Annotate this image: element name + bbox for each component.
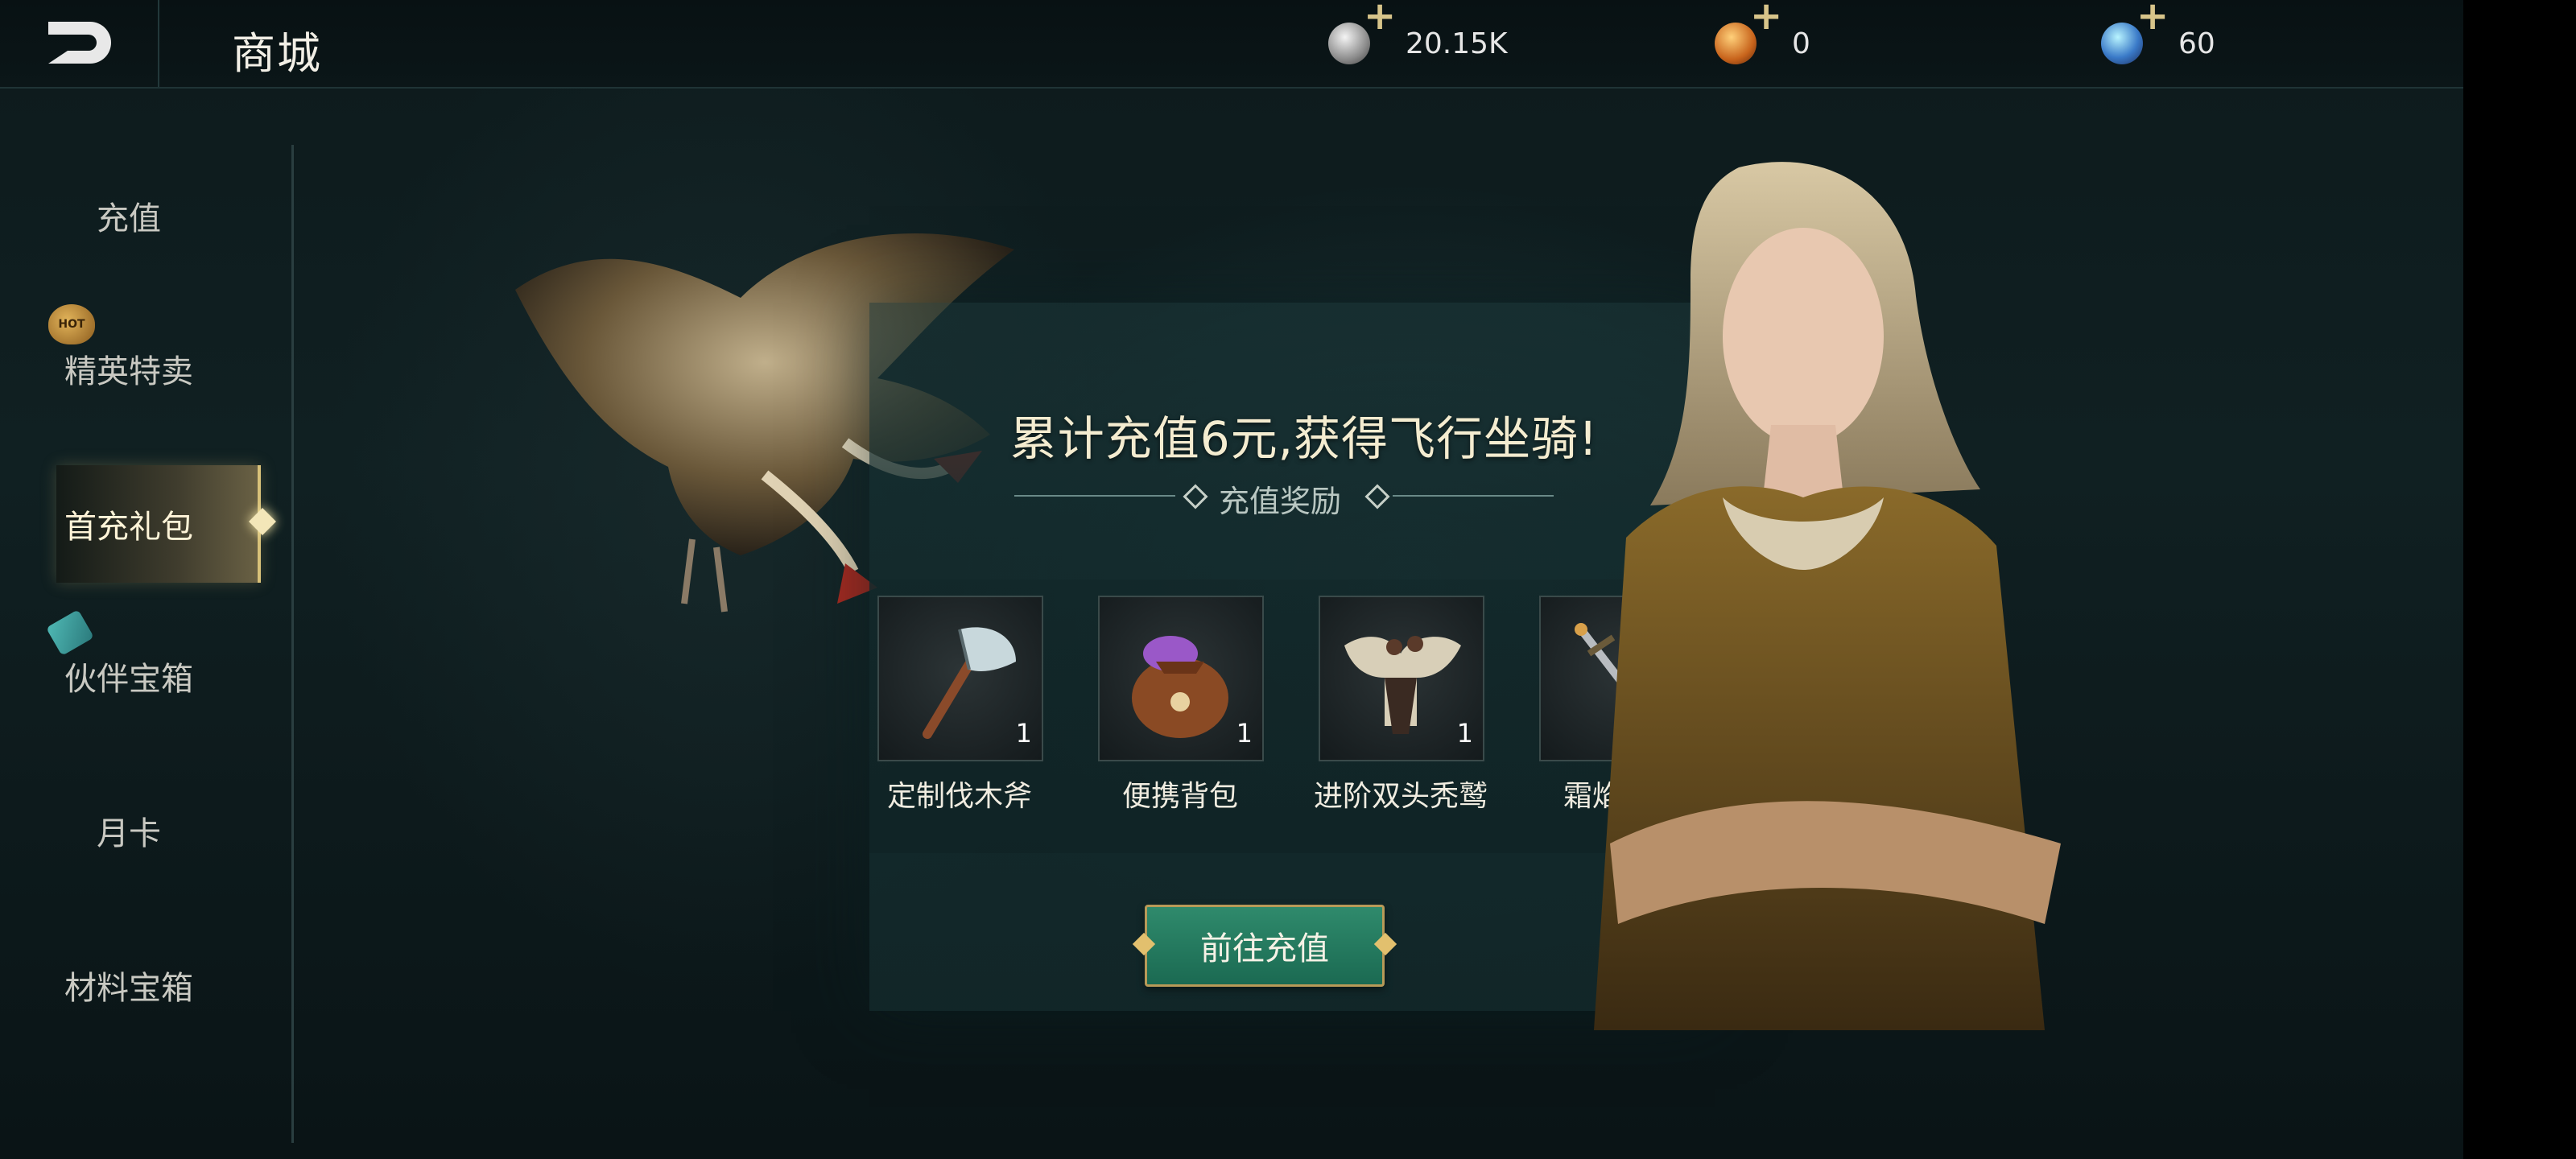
sidebar-item-monthly-card[interactable]: 月卡 — [0, 774, 258, 887]
sidebar-item-label: 材料宝箱 — [64, 970, 193, 1007]
promo-title: 累计充值6元,获得飞行坐骑! — [1009, 411, 1599, 466]
add-icon[interactable]: + — [1364, 0, 1396, 35]
reward-item[interactable]: 1 便携背包 — [1098, 596, 1264, 815]
currency-value: 60 — [2178, 27, 2215, 60]
sidebar-item-partner-chest[interactable]: 伙伴宝箱 — [0, 620, 258, 732]
back-button[interactable] — [0, 0, 159, 87]
sidebar-item-first-recharge-pack[interactable]: 首充礼包 — [56, 465, 276, 583]
reward-header: 充值奖励 — [998, 473, 1562, 519]
currency-value: 0 — [1792, 27, 1810, 60]
sidebar-item-label: 充值 — [97, 200, 161, 237]
sidebar-item-label: 月卡 — [97, 815, 161, 852]
item-count: 1 — [1236, 718, 1253, 749]
screen-edge-bar — [2463, 0, 2576, 1159]
item-name: 定制伐木斧 — [886, 780, 1032, 813]
reward-item[interactable]: 1 定制伐木斧 — [877, 596, 1043, 815]
page-title: 商城 — [232, 28, 322, 79]
add-icon[interactable]: + — [1750, 0, 1782, 35]
sidebar-item-recharge[interactable]: 充值 — [0, 159, 258, 272]
reward-header-label: 充值奖励 — [1218, 484, 1341, 519]
currency-gem[interactable]: + 60 — [2101, 0, 2215, 72]
active-indicator-icon — [249, 508, 276, 535]
game-shop-screen: 商城 + 20.15K + 0 + 60 充值 HOT 精英特卖 首充礼包 伙伴… — [0, 0, 2463, 1159]
item-slot[interactable]: 1 — [877, 596, 1043, 761]
item-count: 1 — [1015, 718, 1032, 749]
sidebar-item-elite-sale[interactable]: 精英特卖 — [0, 312, 258, 425]
back-arrow-icon — [48, 22, 111, 64]
item-name: 进阶双头秃鹫 — [1313, 780, 1488, 813]
sidebar-item-label: 伙伴宝箱 — [64, 661, 193, 698]
sidebar-item-material-chest[interactable]: 材料宝箱 — [0, 929, 258, 1041]
item-slot[interactable]: 1 — [1319, 596, 1484, 761]
item-slot[interactable]: 1 — [1098, 596, 1264, 761]
currency-value: 20.15K — [1406, 27, 1508, 60]
add-icon[interactable]: + — [2136, 0, 2169, 35]
item-name: 便携背包 — [1121, 780, 1238, 813]
sidebar-divider — [291, 145, 294, 1143]
sidebar: 充值 HOT 精英特卖 首充礼包 伙伴宝箱 月卡 材料宝箱 — [0, 87, 293, 1159]
sidebar-item-label: 首充礼包 — [64, 509, 193, 546]
item-count: 1 — [1456, 718, 1473, 749]
top-bar: 商城 + 20.15K + 0 + 60 — [0, 0, 2463, 89]
reward-item[interactable]: 1 进阶双头秃鹫 — [1314, 596, 1488, 815]
go-recharge-button[interactable]: 前往充值 — [1132, 905, 1397, 987]
sidebar-item-label: 精英特卖 — [64, 353, 193, 390]
character-illustration — [1594, 162, 2061, 1030]
currency-gold[interactable]: + 0 — [1715, 0, 1810, 72]
button-label: 前往充值 — [1200, 930, 1329, 967]
currency-silver[interactable]: + 20.15K — [1328, 0, 1508, 72]
